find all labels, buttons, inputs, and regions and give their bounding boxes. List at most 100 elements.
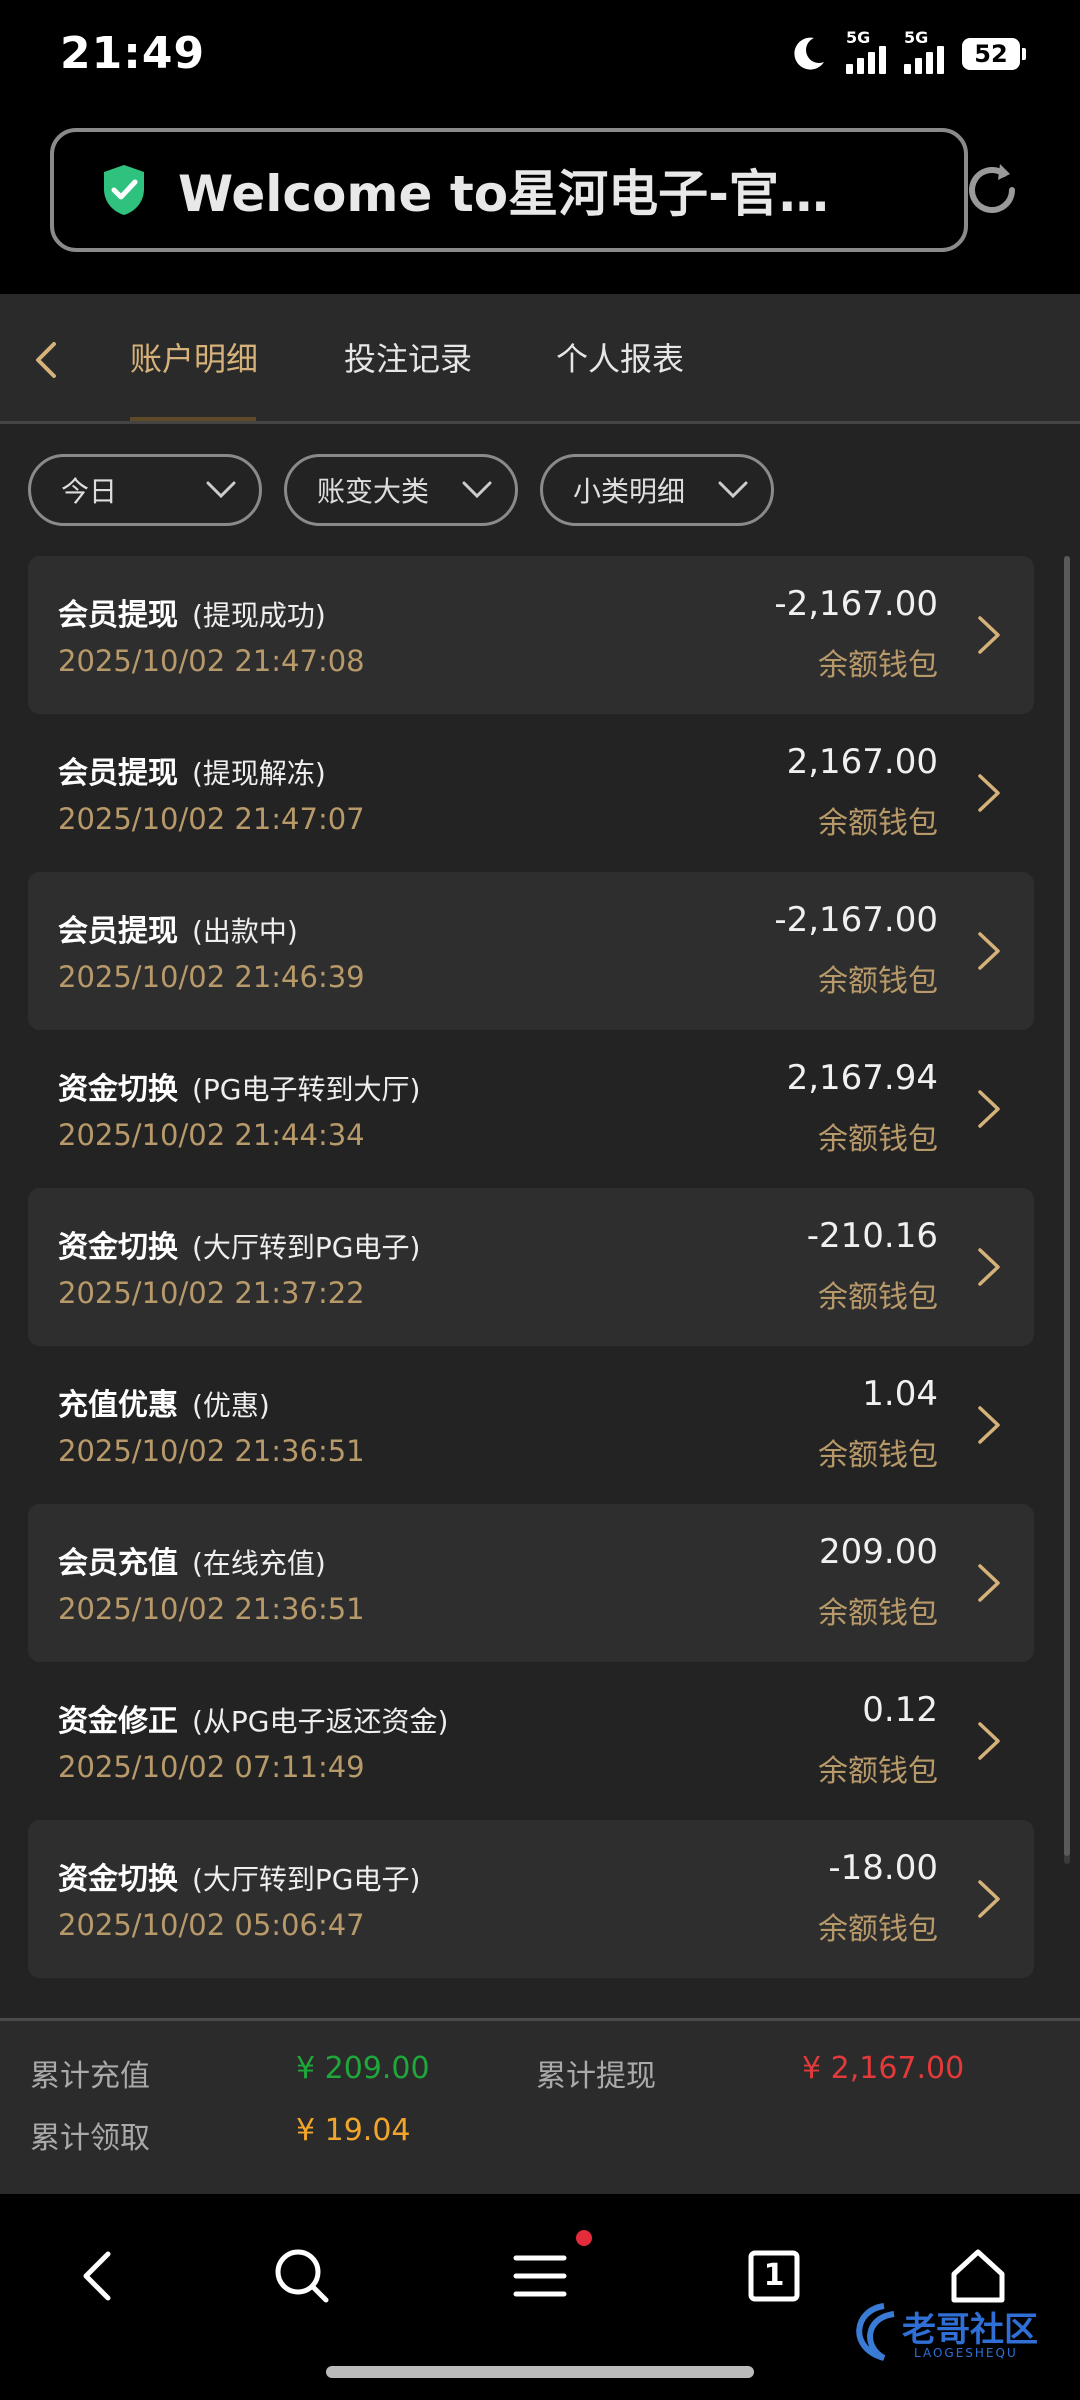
total-withdraw-value: ¥ 2,167.00: [802, 2051, 965, 2086]
chevron-right-icon: [978, 774, 1000, 812]
transaction-amount: 1.04: [862, 1374, 938, 1414]
transaction-amount: 209.00: [819, 1532, 938, 1572]
tab-account-details[interactable]: 账户明细: [130, 334, 258, 380]
status-icons: 5G 5G 52: [788, 28, 1026, 74]
transaction-title: 会员提现 (出款中): [58, 906, 298, 950]
tabs-button[interactable]: 1: [742, 2244, 806, 2308]
transaction-amount: -2,167.00: [774, 900, 938, 940]
transaction-type: 充值优惠: [58, 1388, 178, 1423]
transaction-detail: (在线充值): [192, 1547, 326, 1580]
page-title: Welcome to星河电子-官方…: [178, 165, 858, 223]
transaction-date: 2025/10/02 21:44:34: [58, 1118, 365, 1152]
chevron-right-icon: [978, 1880, 1000, 1918]
transaction-date: 2025/10/02 21:36:51: [58, 1592, 365, 1626]
back-icon[interactable]: [68, 2244, 132, 2308]
transaction-date: 2025/10/02 21:47:08: [58, 644, 365, 678]
home-indicator[interactable]: [326, 2366, 754, 2378]
chevron-down-icon: [462, 481, 492, 499]
transaction-row[interactable]: 会员提现 (出款中) 2025/10/02 21:46:39 -2,167.00 …: [28, 872, 1034, 1030]
transaction-date: 2025/10/02 05:06:47: [58, 1908, 365, 1942]
cellular-signal-icon-2: 5G: [904, 28, 944, 74]
battery-icon: 52: [962, 38, 1026, 70]
total-claimed-label: 累计领取: [30, 2121, 150, 2156]
transaction-amount: 2,167.00: [786, 742, 938, 782]
address-bar[interactable]: Welcome to星河电子-官方…: [50, 128, 968, 252]
transaction-date: 2025/10/02 21:37:22: [58, 1276, 365, 1310]
transaction-title: 会员充值 (在线充值): [58, 1538, 326, 1582]
cellular-signal-icon: 5G: [846, 28, 886, 74]
browser-bottom-nav: 1 老哥社区 LAOGESHEQU: [0, 2194, 1080, 2400]
transaction-wallet: 余额钱包: [818, 806, 938, 841]
scrollbar-thumb[interactable]: [1064, 556, 1070, 1856]
tab-bet-records[interactable]: 投注记录: [344, 334, 472, 380]
transaction-row[interactable]: 会员提现 (提现解冻) 2025/10/02 21:47:07 2,167.00 …: [28, 714, 1034, 872]
transaction-type: 会员提现: [58, 756, 178, 791]
transaction-amount: -210.16: [806, 1216, 938, 1256]
transaction-amount: 2,167.94: [786, 1058, 938, 1098]
notification-dot: [576, 2230, 592, 2246]
refresh-icon[interactable]: [960, 158, 1024, 222]
transaction-wallet: 余额钱包: [818, 648, 938, 683]
filter-label: 今日: [61, 475, 118, 508]
total-recharge-value: ¥ 209.00: [296, 2051, 430, 2086]
transaction-detail: (提现解冻): [192, 757, 326, 790]
total-claimed-value: ¥ 19.04: [296, 2113, 411, 2148]
watermark-logo: 老哥社区 LAOGESHEQU: [844, 2296, 1064, 2372]
transaction-amount: -18.00: [828, 1848, 938, 1888]
transaction-wallet: 余额钱包: [818, 1122, 938, 1157]
chevron-right-icon: [978, 1090, 1000, 1128]
transaction-wallet: 余额钱包: [818, 1596, 938, 1631]
transaction-date: 2025/10/02 07:11:49: [58, 1750, 365, 1784]
chevron-right-icon: [978, 616, 1000, 654]
transaction-wallet: 余额钱包: [818, 1280, 938, 1315]
transaction-detail: (大厅转到PG电子): [192, 1231, 421, 1264]
chevron-right-icon: [978, 1564, 1000, 1602]
transaction-row[interactable]: 充值优惠 (优惠) 2025/10/02 21:36:51 1.04 余额钱包: [28, 1346, 1034, 1504]
back-arrow-icon[interactable]: [30, 340, 60, 380]
network-label-1: 5G: [846, 28, 871, 47]
transaction-amount: 0.12: [862, 1690, 938, 1730]
transaction-type: 资金切换: [58, 1230, 178, 1265]
transaction-row[interactable]: 资金修正 (从PG电子返还资金) 2025/10/02 07:11:49 0.12…: [28, 1662, 1034, 1820]
transaction-type: 会员充值: [58, 1546, 178, 1581]
shield-check-icon: [104, 165, 144, 215]
search-icon[interactable]: [270, 2244, 334, 2308]
summary-panel: 累计充值 ¥ 209.00 累计提现 ¥ 2,167.00 累计领取 ¥ 19.…: [0, 2018, 1080, 2194]
network-label-2: 5G: [904, 28, 929, 47]
transaction-detail: (大厅转到PG电子): [192, 1863, 421, 1896]
transaction-wallet: 余额钱包: [818, 1912, 938, 1947]
transaction-row[interactable]: 资金切换 (大厅转到PG电子) 2025/10/02 21:37:22 -210.…: [28, 1188, 1034, 1346]
transaction-type: 会员提现: [58, 598, 178, 633]
transaction-amount: -2,167.00: [774, 584, 938, 624]
tab-personal-report[interactable]: 个人报表: [556, 334, 684, 380]
browser-toolbar: Welcome to星河电子-官方…: [0, 118, 1080, 294]
chevron-right-icon: [978, 1406, 1000, 1444]
total-recharge-label: 累计充值: [30, 2059, 150, 2094]
filter-subcategory[interactable]: 小类明细: [540, 454, 774, 526]
transaction-title: 会员提现 (提现成功): [58, 590, 326, 634]
transaction-wallet: 余额钱包: [818, 1754, 938, 1789]
transaction-detail: (从PG电子返还资金): [192, 1705, 449, 1738]
transaction-type: 资金切换: [58, 1862, 178, 1897]
transaction-title: 资金切换 (大厅转到PG电子): [58, 1222, 420, 1266]
transaction-row[interactable]: 会员提现 (提现成功) 2025/10/02 21:47:08 -2,167.00…: [28, 556, 1034, 714]
transaction-type: 资金修正: [58, 1704, 178, 1739]
watermark-text: 老哥社区: [902, 2310, 1038, 2350]
transaction-type: 会员提现: [58, 914, 178, 949]
transaction-title: 资金切换 (PG电子转到大厅): [58, 1064, 420, 1108]
chevron-right-icon: [978, 932, 1000, 970]
transaction-row[interactable]: 会员充值 (在线充值) 2025/10/02 21:36:51 209.00 余额…: [28, 1504, 1034, 1662]
transaction-title: 资金切换 (大厅转到PG电子): [58, 1854, 420, 1898]
transaction-row[interactable]: 资金切换 (PG电子转到大厅) 2025/10/02 21:44:34 2,167…: [28, 1030, 1034, 1188]
tab-bar: 账户明细 投注记录 个人报表: [0, 294, 1080, 424]
chevron-right-icon: [978, 1722, 1000, 1760]
transaction-date: 2025/10/02 21:36:51: [58, 1434, 365, 1468]
filter-bar: 今日 账变大类 小类明细: [28, 454, 774, 526]
transaction-detail: (提现成功): [192, 599, 326, 632]
filter-date[interactable]: 今日: [28, 454, 262, 526]
transaction-row[interactable]: 资金切换 (大厅转到PG电子) 2025/10/02 05:06:47 -18.0…: [28, 1820, 1034, 1978]
transaction-wallet: 余额钱包: [818, 1438, 938, 1473]
menu-icon[interactable]: [508, 2244, 572, 2308]
active-tab-indicator: [130, 417, 256, 421]
filter-category[interactable]: 账变大类: [284, 454, 518, 526]
